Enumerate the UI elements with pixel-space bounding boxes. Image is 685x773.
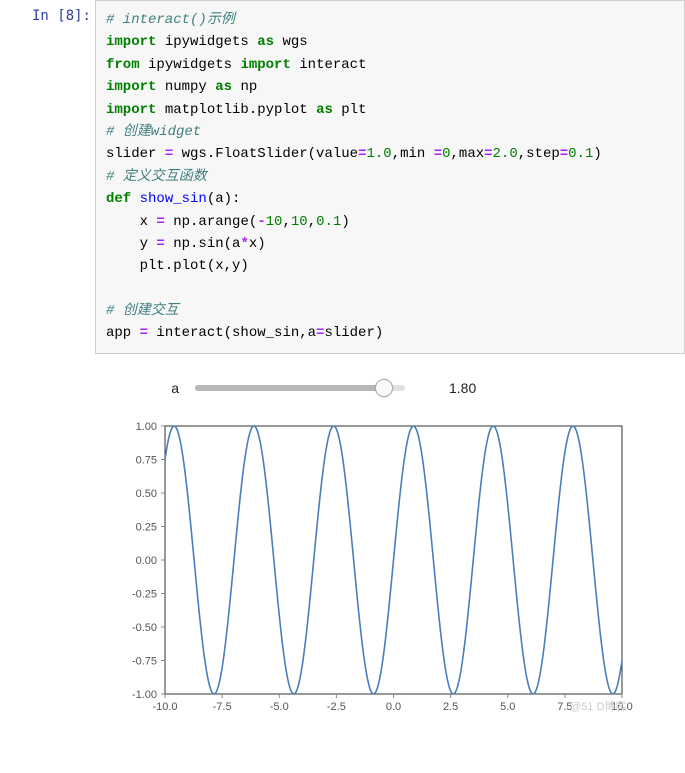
code-op: =: [484, 146, 492, 162]
code-keyword: as: [215, 79, 232, 95]
code-text: x): [249, 236, 266, 252]
svg-text:-0.50: -0.50: [132, 622, 157, 634]
code-text: (a):: [207, 191, 241, 207]
code-text: wgs.FloatSlider(value: [173, 146, 358, 162]
code-comment: # 定义交互函数: [106, 169, 207, 185]
svg-text:-0.75: -0.75: [132, 655, 157, 667]
code-num: 0: [442, 146, 450, 162]
code-func: show_sin: [131, 191, 207, 207]
code-comment: # 创建widget: [106, 124, 201, 140]
code-keyword: import: [106, 79, 156, 95]
code-text: slider): [324, 325, 383, 341]
code-keyword: as: [257, 34, 274, 50]
code-op: =: [156, 214, 164, 230]
code-keyword: from: [106, 57, 140, 73]
code-comment: # 创建交互: [106, 303, 179, 319]
slider-fill: [195, 385, 384, 391]
svg-text:-10.0: -10.0: [152, 701, 177, 713]
svg-text:-2.5: -2.5: [327, 701, 346, 713]
svg-text:5.0: 5.0: [500, 701, 515, 713]
code-text: np.arange(: [165, 214, 257, 230]
code-keyword: def: [106, 191, 131, 207]
code-num: 0.1: [568, 146, 593, 162]
svg-text:-7.5: -7.5: [213, 701, 232, 713]
code-op: *: [240, 236, 248, 252]
svg-text:1.00: 1.00: [136, 421, 157, 433]
code-comment: # interact()示例: [106, 12, 235, 28]
code-text: x: [106, 214, 156, 230]
slider-value: 1.80: [449, 380, 476, 396]
code-text: ipywidgets: [140, 57, 241, 73]
code-text: plt: [333, 102, 367, 118]
code-text: slider: [106, 146, 165, 162]
code-keyword: import: [240, 57, 290, 73]
prompt-label: In [8]:: [0, 0, 95, 24]
code-text: ): [593, 146, 601, 162]
input-cell: In [8]: # interact()示例 import ipywidgets…: [0, 0, 685, 354]
code-text: np: [232, 79, 257, 95]
code-text: ,min: [392, 146, 434, 162]
svg-text:-1.00: -1.00: [132, 689, 157, 701]
code-num: 10: [266, 214, 283, 230]
code-num: 0.1: [316, 214, 341, 230]
chart-output: -1.00 -0.75 -0.50 -0.25 0.00 0.25 0.50 0.75 1.00…: [95, 400, 685, 722]
code-keyword: import: [106, 102, 156, 118]
code-text: wgs: [274, 34, 308, 50]
code-editor[interactable]: # interact()示例 import ipywidgets as wgs …: [95, 0, 685, 354]
svg-text:-5.0: -5.0: [270, 701, 289, 713]
output-area: a 1.80 -1.00 -0.75 -0.50 -0.25 0.00 0.25 0.50 0…: [0, 354, 685, 722]
code-text: numpy: [156, 79, 215, 95]
code-text: plt.plot(x,y): [106, 258, 249, 274]
svg-text:-0.25: -0.25: [132, 588, 157, 600]
code-num: 1.0: [366, 146, 391, 162]
svg-text:0.25: 0.25: [136, 521, 157, 533]
code-op: =: [434, 146, 442, 162]
code-keyword: as: [316, 102, 333, 118]
code-num: 10: [291, 214, 308, 230]
float-slider[interactable]: [195, 385, 405, 391]
line-chart: -1.00 -0.75 -0.50 -0.25 0.00 0.25 0.50 0.75 1.00…: [95, 412, 640, 722]
slider-label: a: [165, 380, 179, 396]
code-keyword: import: [106, 34, 156, 50]
code-text: ,: [282, 214, 290, 230]
code-text: interact(show_sin,a: [148, 325, 316, 341]
code-op: =: [140, 325, 148, 341]
code-text: ipywidgets: [156, 34, 257, 50]
code-op: -: [257, 214, 265, 230]
code-text: app: [106, 325, 140, 341]
code-text: np.sin(a: [165, 236, 241, 252]
svg-text:0.50: 0.50: [136, 488, 157, 500]
code-text: y: [106, 236, 156, 252]
code-op: =: [165, 146, 173, 162]
code-text: matplotlib.pyplot: [156, 102, 316, 118]
code-text: ,: [308, 214, 316, 230]
code-op: =: [156, 236, 164, 252]
slider-widget: a 1.80: [95, 374, 685, 400]
code-num: 2.0: [493, 146, 518, 162]
svg-text:2.5: 2.5: [443, 701, 458, 713]
code-op: =: [560, 146, 568, 162]
code-text: ): [341, 214, 349, 230]
svg-text:0.00: 0.00: [136, 555, 157, 567]
code-text: ,max: [451, 146, 485, 162]
svg-text:0.0: 0.0: [386, 701, 401, 713]
slider-thumb[interactable]: [375, 379, 393, 397]
svg-text:0.75: 0.75: [136, 454, 157, 466]
code-text: interact: [291, 57, 367, 73]
svg-text:@51 D博客: @51 D博客: [570, 699, 626, 713]
code-text: ,step: [518, 146, 560, 162]
